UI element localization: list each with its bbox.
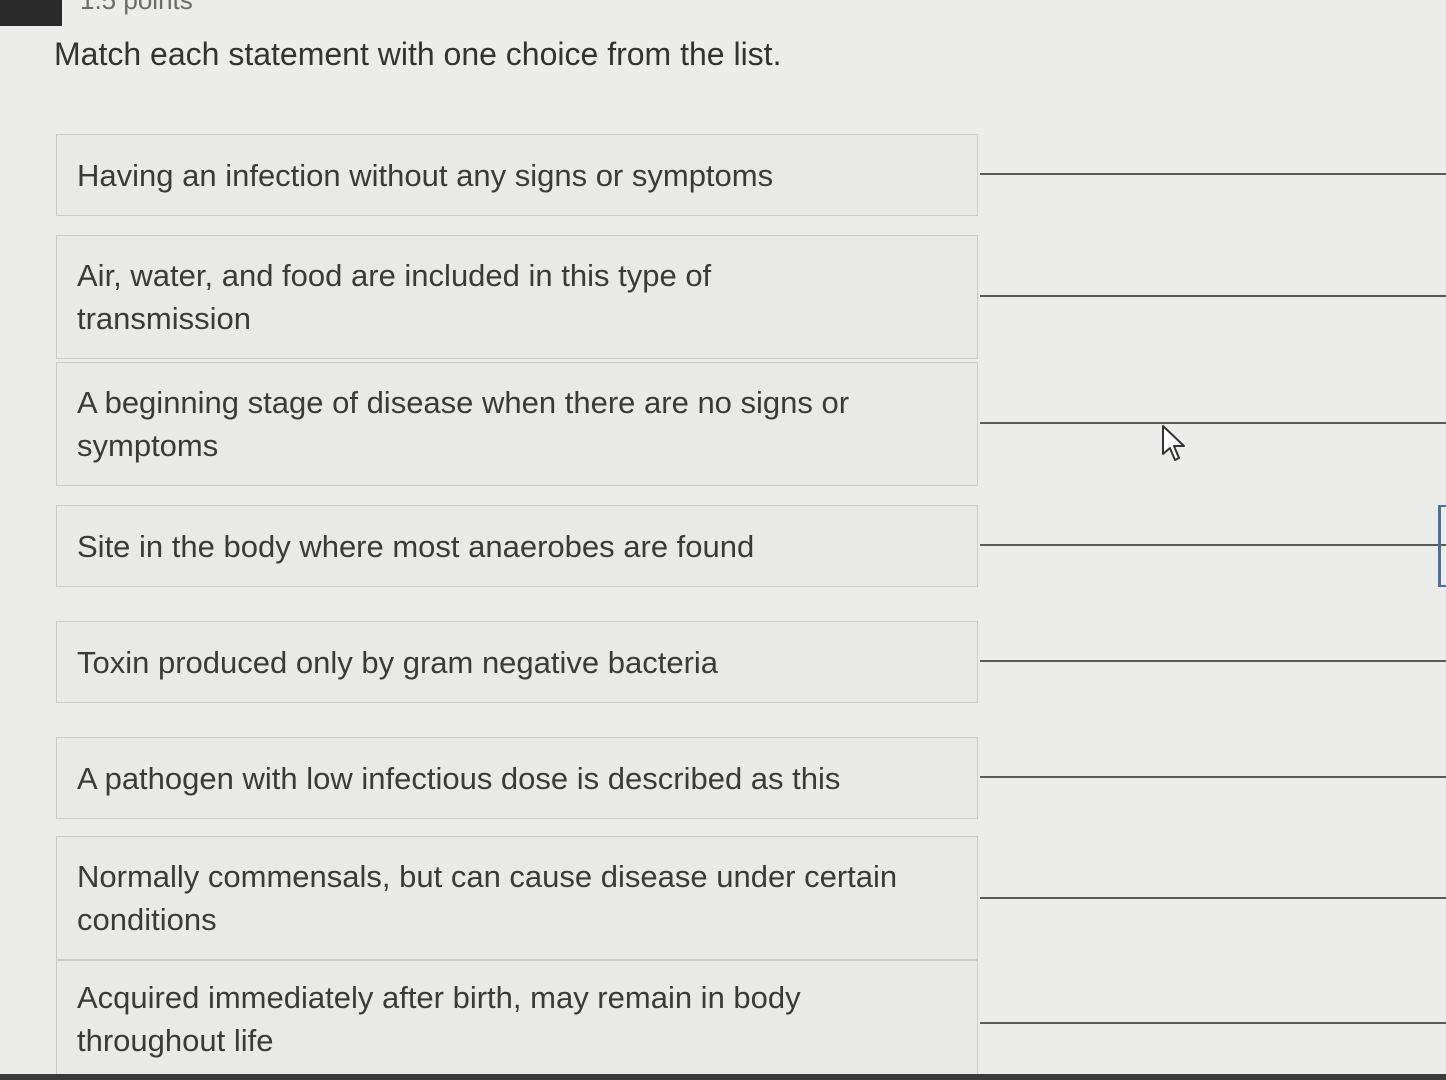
statement-item: Toxin produced only by gram negative bac… [56,621,978,703]
bottom-edge [0,1074,1446,1080]
statement-text: Air, water, and food are included in thi… [77,258,712,336]
answer-blank[interactable] [980,422,1446,424]
statement-item: Site in the body where most anaerobes ar… [56,505,978,587]
matching-list: Having an infection without any signs or… [0,0,1446,1080]
statement-text: Toxin produced only by gram negative bac… [77,644,719,680]
statement-text: Site in the body where most anaerobes ar… [77,528,755,564]
statement-item: A pathogen with low infectious dose is d… [56,737,978,819]
statement-text: Having an infection without any signs or… [77,157,774,193]
answer-blank[interactable] [980,544,1446,546]
statement-text: A beginning stage of disease when there … [77,385,850,463]
answer-blank[interactable] [980,776,1446,778]
answer-blank[interactable] [980,173,1446,175]
statement-item: A beginning stage of disease when there … [56,362,978,486]
statement-item: Normally commensals, but can cause disea… [56,836,978,960]
statement-item: Acquired immediately after birth, may re… [56,960,978,1078]
statement-item: Having an infection without any signs or… [56,134,978,216]
dropdown-edge[interactable] [1438,505,1446,587]
statement-item: Air, water, and food are included in thi… [56,235,978,359]
answer-blank[interactable] [980,295,1446,297]
mouse-pointer-icon [1162,425,1185,461]
answer-blank[interactable] [980,897,1446,899]
statement-text: Normally commensals, but can cause disea… [77,859,898,937]
statement-text: Acquired immediately after birth, may re… [77,980,801,1058]
answer-blank[interactable] [980,1022,1446,1024]
statement-text: A pathogen with low infectious dose is d… [77,760,841,796]
answer-blank[interactable] [980,660,1446,662]
